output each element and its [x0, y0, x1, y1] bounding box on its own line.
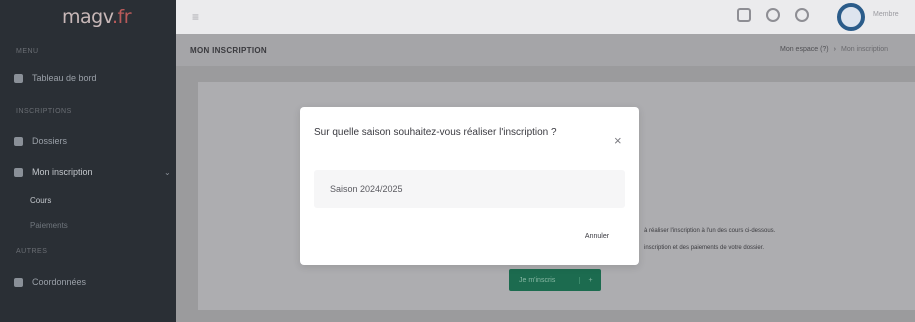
- breadcrumb-current: Mon inscription: [840, 46, 889, 53]
- folder-icon: [14, 136, 23, 146]
- hamburger-icon[interactable]: ≡: [192, 10, 199, 24]
- sidebar-subitem-cours[interactable]: Cours: [30, 196, 51, 205]
- sidebar-item-dashboard[interactable]: Tableau de bord: [14, 70, 97, 86]
- page-title: MON INSCRIPTION: [190, 46, 267, 55]
- avatar[interactable]: [837, 3, 865, 31]
- notification-icon[interactable]: [795, 8, 809, 22]
- chevron-down-icon: ⌄: [164, 167, 171, 177]
- close-icon[interactable]: ×: [614, 134, 622, 147]
- page-header: MON INSCRIPTION Mon espace (?) › Mon inscr…: [176, 34, 915, 66]
- dashboard-icon: [14, 73, 23, 83]
- sidebar-section-label: Inscriptions: [16, 108, 72, 115]
- season-option[interactable]: Saison 2024/2025: [314, 170, 625, 208]
- sidebar-section-label: Autres: [16, 248, 48, 255]
- sidebar-section-label: Menu: [16, 48, 39, 55]
- sidebar-subitem-paiements[interactable]: Paiements: [30, 221, 68, 230]
- breadcrumb: Mon espace (?) › Mon inscription: [780, 46, 889, 53]
- sidebar-item-coordonnees[interactable]: Coordonnées: [14, 274, 86, 290]
- season-select-modal: Sur quelle saison souhaitez-vous réalise…: [300, 107, 639, 265]
- sidebar: magv.fr Menu Tableau de bord Inscription…: [0, 0, 176, 322]
- settings-icon[interactable]: [766, 8, 780, 22]
- sidebar-item-label: Coordonnées: [32, 277, 87, 287]
- modal-title: Sur quelle saison souhaitez-vous réalise…: [314, 127, 557, 138]
- user-card-icon: [14, 277, 23, 287]
- register-button[interactable]: Je m'inscris +: [509, 269, 601, 291]
- info-text: inscription et des paiements de votre do…: [644, 245, 765, 251]
- user-name[interactable]: Membre: [873, 11, 899, 18]
- plus-icon: +: [579, 276, 601, 284]
- sidebar-item-label: Tableau de bord: [32, 73, 97, 83]
- sidebar-item-dossiers[interactable]: Dossiers: [14, 133, 67, 149]
- topbar: ≡ Membre: [176, 0, 915, 34]
- sidebar-item-label: Mon inscription: [32, 167, 93, 177]
- fullscreen-icon[interactable]: [737, 8, 751, 22]
- sidebar-item-label: Dossiers: [32, 136, 68, 146]
- app-logo[interactable]: magv.fr: [62, 6, 132, 28]
- cancel-button[interactable]: Annuler: [572, 226, 622, 246]
- breadcrumb-parent[interactable]: Mon espace (?): [780, 46, 829, 53]
- info-text: à réaliser l'inscription à l'un des cour…: [644, 228, 776, 234]
- sidebar-item-inscription[interactable]: Mon inscription ⌄: [14, 164, 171, 180]
- edit-icon: [14, 167, 23, 177]
- register-button-label: Je m'inscris: [519, 276, 556, 284]
